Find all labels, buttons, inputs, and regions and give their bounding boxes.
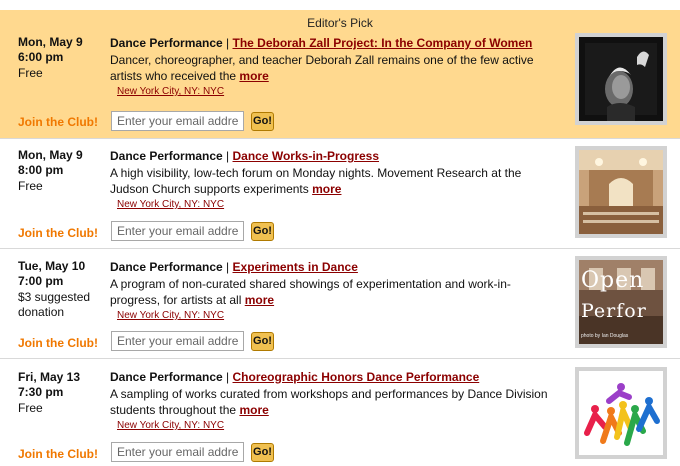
separator [0, 138, 680, 139]
email-input[interactable] [111, 111, 244, 131]
event-location-link[interactable]: New York City, NY: NYC [117, 86, 224, 97]
event-time: 6:00 pm [18, 50, 64, 64]
event-price: Free [18, 179, 43, 193]
separator [0, 358, 680, 359]
join-club-label: Join the Club! [18, 447, 98, 461]
event-time: 8:00 pm [18, 163, 64, 177]
event-title-line: Dance Performance | Experiments in Dance [110, 260, 358, 274]
event-description: Dancer, choreographer, and teacher Debor… [110, 53, 534, 83]
event-date: Fri, May 13 [18, 370, 81, 384]
church-interior-icon [579, 150, 663, 234]
event-thumbnail[interactable] [575, 146, 667, 238]
colorful-dancers-image [579, 371, 663, 455]
more-link[interactable]: more [312, 182, 341, 196]
go-button[interactable]: Go! [251, 112, 274, 131]
go-button[interactable]: Go! [251, 443, 274, 462]
event-thumbnail[interactable] [575, 33, 667, 125]
event-price: Free [18, 66, 43, 80]
event-title-line: Dance Performance | Dance Works-in-Progr… [110, 149, 380, 163]
join-club-label: Join the Club! [18, 336, 98, 350]
join-club-label: Join the Club! [18, 115, 98, 129]
event-title-line: Dance Performance | Choreographic Honors… [110, 370, 480, 384]
go-button[interactable]: Go! [251, 222, 274, 241]
event-date: Mon, May 9 [18, 148, 83, 162]
separator [0, 248, 680, 249]
event-title-link[interactable]: The Deborah Zall Project: In the Company… [233, 36, 533, 50]
email-input[interactable] [111, 221, 244, 241]
join-club-label: Join the Club! [18, 226, 98, 240]
poster-credit: photo by Ian Douglas [581, 333, 629, 339]
event-title-link[interactable]: Experiments in Dance [233, 260, 358, 274]
event-location-link[interactable]: New York City, NY: NYC [117, 420, 224, 431]
event-title-line: Dance Performance | The Deborah Zall Pro… [110, 36, 533, 50]
more-link[interactable]: more [245, 293, 274, 307]
colorful-dancers-icon [579, 371, 663, 455]
event-time: 7:30 pm [18, 385, 64, 399]
event-price: $3 suggested donation [18, 290, 91, 319]
event-thumbnail[interactable]: Open Perfor photo by Ian Douglas [575, 256, 667, 348]
event-title-link[interactable]: Dance Works-in-Progress [233, 149, 380, 163]
more-link[interactable]: more [239, 403, 268, 417]
event-category: Dance Performance [110, 149, 223, 163]
poster-text-perfor: Perfor [581, 300, 647, 322]
event-date: Tue, May 10 [18, 259, 86, 273]
open-performance-image: Open Perfor photo by Ian Douglas [579, 260, 663, 344]
poster-text-open: Open [581, 268, 645, 293]
dancer-portrait-icon [579, 37, 663, 121]
more-link[interactable]: more [239, 69, 268, 83]
event-title-link[interactable]: Choreographic Honors Dance Performance [233, 370, 480, 384]
event-description: A program of non-curated shared showings… [110, 277, 511, 307]
event-description: A sampling of works curated from worksho… [110, 387, 548, 417]
dancer-portrait-image [579, 37, 663, 121]
editors-pick-label: Editor's Pick [307, 16, 373, 30]
email-input[interactable] [111, 331, 244, 351]
go-button[interactable]: Go! [251, 332, 274, 351]
event-category: Dance Performance [110, 36, 223, 50]
event-time: 7:00 pm [18, 274, 64, 288]
event-location-link[interactable]: New York City, NY: NYC [117, 310, 224, 321]
email-input[interactable] [111, 442, 244, 462]
event-description: A high visibility, low-tech forum on Mon… [110, 166, 522, 196]
event-price: Free [18, 401, 43, 415]
event-location-link[interactable]: New York City, NY: NYC [117, 199, 224, 210]
event-date: Mon, May 9 [18, 35, 83, 49]
event-category: Dance Performance [110, 260, 223, 274]
event-category: Dance Performance [110, 370, 223, 384]
event-thumbnail[interactable] [575, 367, 667, 459]
church-interior-image [579, 150, 663, 234]
